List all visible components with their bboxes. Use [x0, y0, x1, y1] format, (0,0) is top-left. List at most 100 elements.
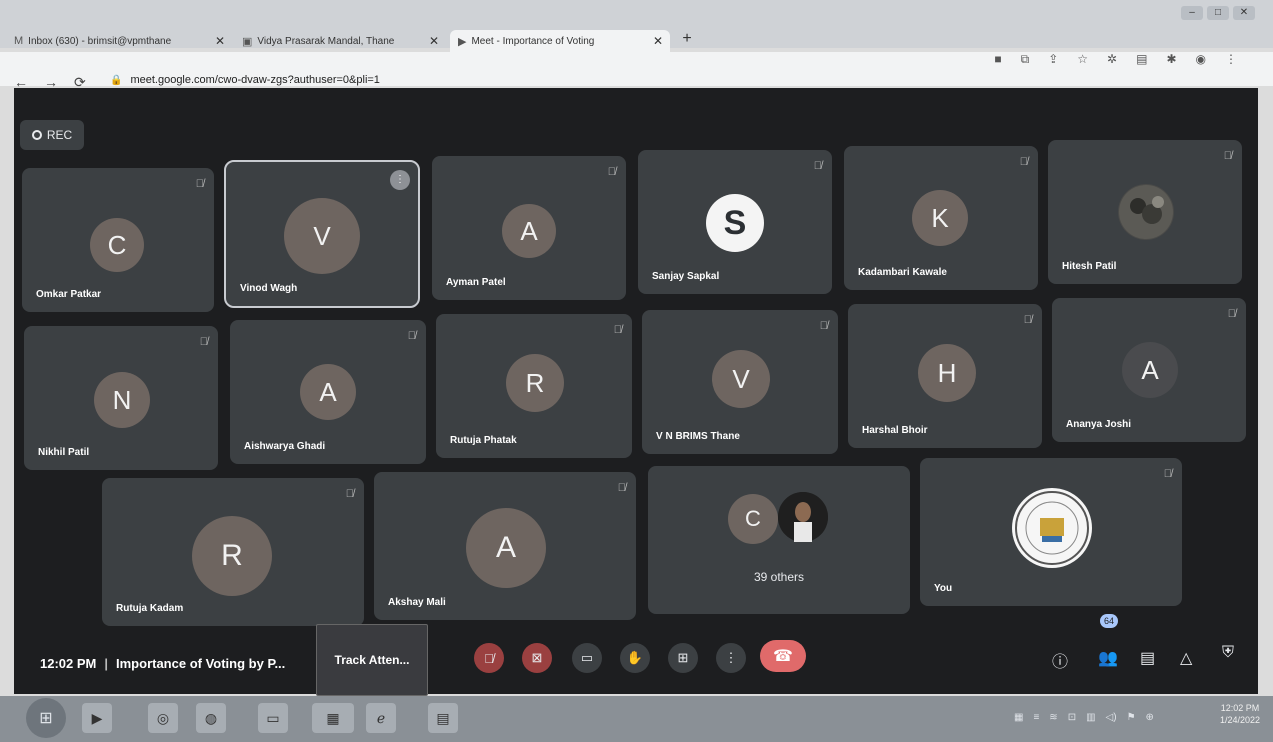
media-player-icon[interactable]: ▶ [82, 703, 112, 733]
mic-off-icon: 🎙̸ [484, 650, 494, 666]
participant-tile[interactable]: 🎙̸ Hitesh Patil [1048, 140, 1242, 284]
record-icon [31, 130, 42, 140]
others-tile[interactable]: C 39 others [648, 466, 910, 614]
close-tab-icon[interactable]: ✕ [653, 34, 663, 48]
start-button[interactable]: ⊞ [26, 698, 66, 738]
firefox-icon[interactable]: ◍ [196, 703, 226, 733]
tray-icon[interactable]: ▦ [1014, 712, 1023, 723]
mic-muted-icon: 🎙̸ [1019, 156, 1028, 168]
extension-icon[interactable]: ▤ [1136, 52, 1147, 67]
phone-hangup-icon: ☎ [773, 648, 793, 665]
participant-tile[interactable]: N 🎙̸ Nikhil Patil [24, 326, 218, 470]
maximize-button[interactable]: □ [1207, 6, 1229, 20]
tray-icon[interactable]: ⊡ [1068, 712, 1076, 723]
participant-tile[interactable]: A 🎙̸ Ayman Patel [432, 156, 626, 300]
document-app-icon[interactable]: ▤ [428, 703, 458, 733]
tray-icon[interactable]: ≡ [1033, 712, 1039, 723]
close-tab-icon[interactable]: ✕ [429, 34, 439, 48]
share-icon[interactable]: ⇪ [1048, 52, 1058, 67]
tab-vpm[interactable]: ▣ Vidya Prasarak Mandal, Thane ✕ [234, 30, 446, 52]
avatar: R [192, 516, 272, 596]
participant-tile[interactable]: K 🎙̸ Kadambari Kawale [844, 146, 1038, 290]
present-icon: ⊞ [677, 650, 689, 665]
mic-muted-icon: 🎙̸ [813, 160, 822, 172]
mic-muted-icon: 🎙̸ [613, 324, 622, 336]
mic-toggle-button[interactable]: 🎙̸ [474, 643, 504, 673]
participant-name: Kadambari Kawale [858, 267, 947, 278]
extension-icon[interactable]: ✲ [1107, 52, 1117, 67]
more-options-button[interactable]: ⋮ [716, 643, 746, 673]
avatar: A [300, 364, 356, 420]
chrome-icon[interactable]: ◎ [148, 703, 178, 733]
more-vertical-icon: ⋮ [724, 650, 738, 665]
speaking-indicator-icon: ⋮ [390, 170, 410, 190]
mic-muted-icon: 🎙̸ [199, 336, 208, 348]
site-icon: ▣ [242, 35, 253, 48]
participant-tile-active[interactable]: V ⋮ Vinod Wagh [224, 160, 420, 308]
activities-icon[interactable]: △ [1180, 648, 1192, 668]
mic-muted-icon: 🎙̸ [407, 330, 416, 342]
new-tab-button[interactable]: + [676, 28, 698, 50]
tray-icon[interactable]: ⊕ [1146, 712, 1154, 723]
volume-icon[interactable]: ◁) [1106, 712, 1117, 723]
avatar: K [912, 190, 968, 246]
hand-icon: ✋ [626, 650, 644, 665]
chat-icon[interactable]: ▤ [1140, 648, 1155, 668]
camera-icon[interactable]: ■ [994, 52, 1001, 67]
tab-meet[interactable]: ▶ Meet - Importance of Voting ✕ [450, 30, 670, 52]
flag-icon[interactable]: ⚑ [1127, 712, 1136, 723]
separator: | [104, 656, 109, 671]
participant-name: Ananya Joshi [1066, 419, 1132, 430]
minimize-button[interactable]: – [1181, 6, 1203, 20]
mic-muted-icon: 🎙̸ [1223, 150, 1232, 162]
participant-tile[interactable]: A 🎙̸ Ananya Joshi [1052, 298, 1246, 442]
participant-tile[interactable]: V 🎙̸ V N BRIMS Thane [642, 310, 838, 454]
meet-icon: ▶ [458, 35, 467, 48]
avatar: V [284, 198, 360, 274]
profile-icon[interactable]: ◉ [1196, 52, 1206, 67]
internet-explorer-icon[interactable]: ℯ [366, 703, 396, 733]
participant-tile[interactable]: A 🎙̸ Akshay Mali [374, 472, 636, 620]
info-icon[interactable]: ⓘ [1052, 648, 1068, 672]
meeting-info: 12:02 PM | Importance of Voting by P... [40, 656, 285, 671]
raise-hand-button[interactable]: ✋ [620, 643, 650, 673]
participant-tile[interactable]: H 🎙̸ Harshal Bhoir [848, 304, 1042, 448]
host-controls-icon[interactable]: ⛨ [1222, 644, 1234, 662]
address-bar[interactable]: 🔒 meet.google.com/cwo-dvaw-zgs?authuser=0… [110, 74, 380, 86]
participant-name: Akshay Mali [388, 597, 446, 608]
participant-name: V N BRIMS Thane [656, 431, 740, 442]
avatar: V [712, 350, 770, 408]
participant-tile[interactable]: C 🎙̸ Omkar Patkar [22, 168, 214, 312]
participant-name: Aishwarya Ghadi [244, 441, 326, 452]
avatar-photo [1118, 184, 1174, 240]
close-tab-icon[interactable]: ✕ [215, 34, 225, 48]
close-window-button[interactable]: ✕ [1233, 6, 1255, 20]
participant-tile[interactable]: R 🎙̸ Rutuja Kadam [102, 478, 364, 626]
taskbar-clock[interactable]: 12:02 PM 1/24/2022 [1220, 702, 1260, 726]
avatar: S [706, 194, 764, 252]
network-icon[interactable]: ▥ [1086, 712, 1095, 723]
present-button[interactable]: ⊞ [668, 643, 698, 673]
puzzle-icon[interactable]: ✱ [1166, 52, 1176, 67]
avatar: C [90, 218, 144, 272]
participant-name: Hitesh Patil [1062, 261, 1117, 272]
menu-icon[interactable]: ⋮ [1225, 52, 1237, 67]
tab-label: Vidya Prasarak Mandal, Thane [257, 35, 395, 47]
self-tile[interactable]: 🎙̸ You [920, 458, 1182, 606]
camera-toggle-button[interactable]: ⊠ [522, 643, 552, 673]
mic-muted-icon: 🎙̸ [1163, 468, 1172, 480]
participant-name: Sanjay Sapkal [652, 271, 720, 282]
files-icon[interactable]: ▦ [312, 703, 354, 733]
participant-tile[interactable]: S 🎙̸ Sanjay Sapkal [638, 150, 832, 294]
explorer-window-icon[interactable]: ▭ [258, 703, 288, 733]
tray-icon[interactable]: ≋ [1049, 712, 1057, 723]
participant-tile[interactable]: R 🎙̸ Rutuja Phatak [436, 314, 632, 458]
people-icon[interactable]: 👥 [1098, 648, 1118, 668]
tab-inbox[interactable]: M Inbox (630) - brimsit@vpmthane ✕ [6, 30, 232, 52]
bookmark-star-icon[interactable]: ☆ [1077, 52, 1088, 67]
participant-tile[interactable]: A 🎙̸ Aishwarya Ghadi [230, 320, 426, 464]
end-call-button[interactable]: ☎ [760, 640, 806, 672]
captions-button[interactable]: ▭ [572, 643, 602, 673]
open-in-app-icon[interactable]: ⧉ [1021, 52, 1030, 67]
track-attendance-button[interactable]: Track Atten... [316, 624, 428, 696]
